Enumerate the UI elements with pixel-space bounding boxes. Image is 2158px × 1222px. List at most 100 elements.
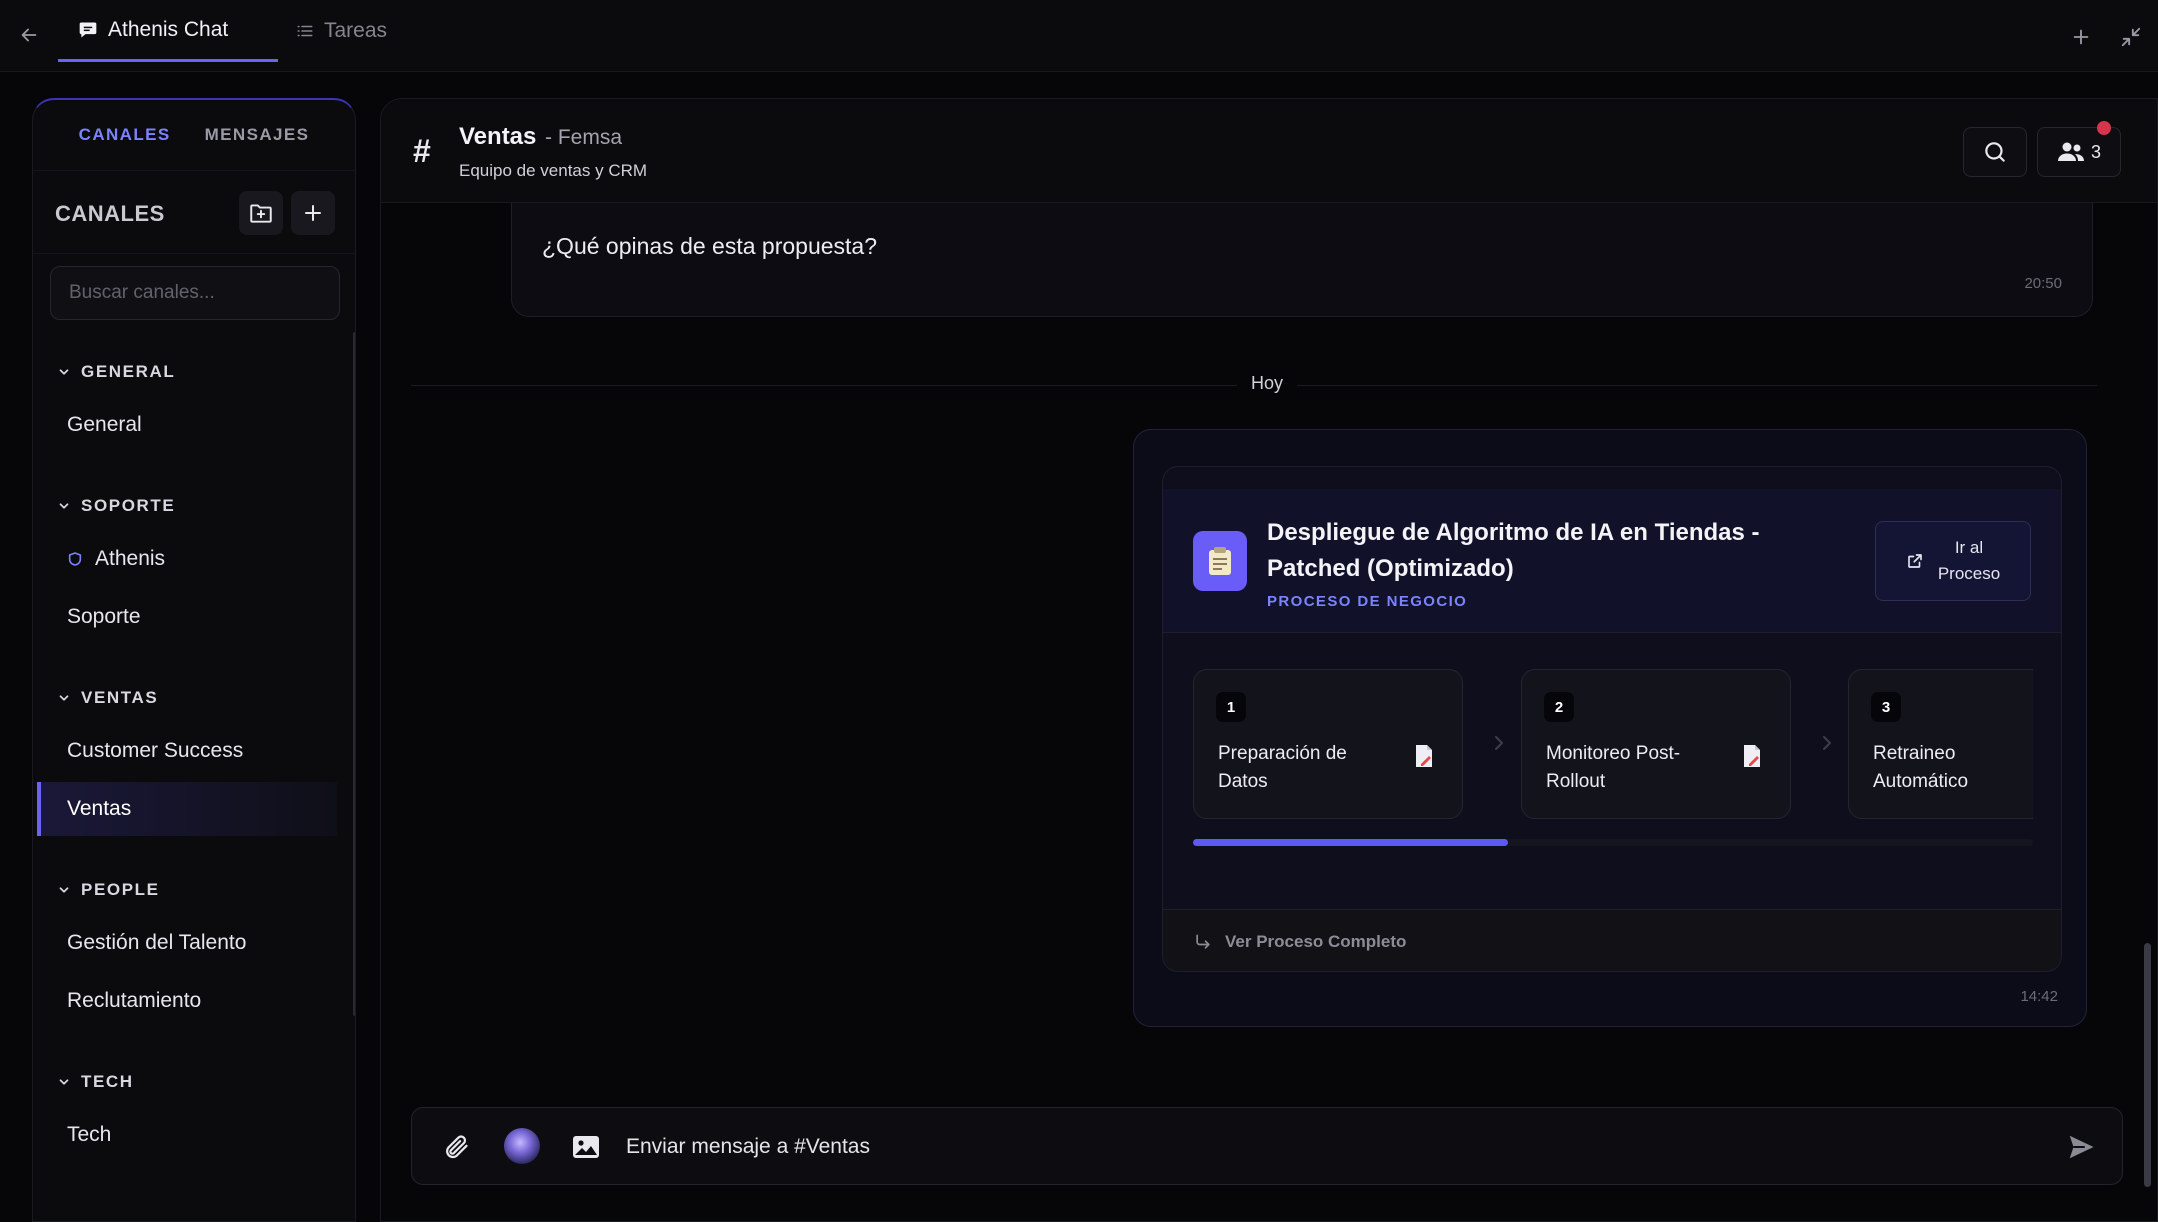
section-label: SOPORTE: [81, 496, 176, 515]
image-icon[interactable]: [572, 1134, 600, 1160]
view-full-process-label: Ver Proceso Completo: [1225, 931, 1407, 951]
sidebar-item-ventas[interactable]: Ventas: [37, 782, 337, 836]
notification-dot: [2097, 121, 2111, 135]
sidebar-tab-mensajes[interactable]: MENSAJES: [205, 125, 310, 145]
sidebar-scrollbar[interactable]: [353, 332, 355, 1016]
paperclip-icon[interactable]: [442, 1132, 470, 1162]
sidebar: CANALES MENSAJES CANALES GENERAL General…: [32, 98, 356, 1222]
process-progress-fill: [1193, 839, 1508, 846]
step-label: Monitoreo Post-Rollout: [1546, 743, 1681, 792]
folder-plus-icon: [250, 204, 272, 223]
users-icon: [2057, 142, 2084, 161]
new-tab-button[interactable]: [2066, 22, 2096, 52]
process-card-header: Despliegue de Algoritmo de IA en Tiendas…: [1163, 489, 2061, 633]
tab-label: Tareas: [324, 19, 388, 42]
shield-icon: [68, 552, 82, 566]
search-button[interactable]: [1963, 127, 2027, 177]
hash-icon: #: [413, 133, 431, 169]
go-label-line1: Ir al: [1954, 538, 1984, 557]
channel-name: Ventas: [459, 123, 537, 150]
chevron-down-icon: [59, 1079, 69, 1085]
message-text: ¿Qué opinas de esta propuesta?: [542, 233, 878, 259]
member-count: 3: [2090, 141, 2101, 162]
sidebar-item-tech[interactable]: Tech: [37, 1108, 337, 1162]
sidebar-item-athenis[interactable]: Athenis: [37, 532, 337, 586]
sidebar-item-reclutamiento[interactable]: Reclutamiento: [37, 974, 337, 1028]
section-label: PEOPLE: [81, 880, 160, 899]
chevron-right-icon: [1495, 736, 1503, 750]
chat-bubble-icon: [79, 22, 97, 37]
message-time: 14:42: [2020, 988, 2058, 1005]
plus-icon: [2073, 29, 2089, 45]
chat-scrollbar[interactable]: [2144, 943, 2151, 1187]
sidebar-item-label: Tech: [67, 1123, 112, 1146]
section-soporte[interactable]: SOPORTE: [57, 496, 175, 516]
sidebar-item-soporte[interactable]: Soporte: [37, 590, 337, 644]
channel-description: Equipo de ventas y CRM: [459, 161, 648, 180]
sidebar-item-customer-success[interactable]: Customer Success: [37, 724, 337, 778]
minimize-icon: [2121, 27, 2141, 47]
process-steps: 1 Preparación de Datos 2 Monitoreo Post-…: [1193, 669, 2033, 819]
sidebar-item-label: Ventas: [67, 797, 132, 820]
sidebar-item-label: General: [67, 413, 142, 436]
sidebar-item-label: Customer Success: [67, 739, 244, 762]
chevron-down-icon: [59, 503, 69, 509]
process-step-1[interactable]: 1 Preparación de Datos: [1193, 669, 1463, 819]
section-general[interactable]: GENERAL: [57, 362, 175, 382]
corner-down-right-icon: [1196, 934, 1210, 949]
process-progress-bar: [1193, 839, 2033, 846]
day-separator-label: Hoy: [1237, 373, 1298, 394]
sidebar-tab-canales[interactable]: CANALES: [79, 125, 171, 145]
chevron-down-icon: [59, 369, 69, 375]
sidebar-item-gestion-del-talento[interactable]: Gestión del Talento: [37, 916, 337, 970]
chevron-down-icon: [59, 887, 69, 893]
clipboard-icon: [1193, 531, 1247, 591]
sidebar-header: CANALES: [33, 170, 355, 254]
sidebar-item-label: Athenis: [95, 547, 166, 570]
view-full-process-link[interactable]: Ver Proceso Completo: [1163, 909, 2061, 971]
sidebar-item-general[interactable]: General: [37, 398, 337, 452]
message-input[interactable]: [626, 1122, 2006, 1172]
chevron-down-icon: [59, 695, 69, 701]
list-icon: [297, 25, 313, 37]
tab-athenis-chat[interactable]: Athenis Chat: [58, 0, 278, 62]
tab-tareas[interactable]: Tareas: [296, 0, 446, 62]
message-time: 20:50: [2024, 275, 2062, 292]
minimize-button[interactable]: [2116, 22, 2146, 52]
go-to-process-button[interactable]: Ir al Proceso: [1875, 521, 2031, 601]
sidebar-item-label: Soporte: [67, 605, 141, 628]
sidebar-item-label: Reclutamiento: [67, 989, 202, 1012]
step-number: 2: [1544, 692, 1574, 722]
section-people[interactable]: PEOPLE: [57, 880, 160, 900]
chat-panel: # Ventas - Femsa Equipo de ventas y CRM …: [380, 98, 2158, 1222]
step-label: Retraineo Automático: [1873, 743, 1969, 792]
process-message: Despliegue de Algoritmo de IA en Tiendas…: [1133, 429, 2087, 1027]
ai-assistant-icon[interactable]: [504, 1128, 540, 1164]
new-folder-button[interactable]: [239, 191, 283, 235]
section-tech[interactable]: TECH: [57, 1072, 134, 1092]
sidebar-title: CANALES: [55, 201, 165, 226]
arrow-left-icon: [21, 28, 37, 42]
go-to-process-label: Ir al Proceso: [1938, 535, 2000, 587]
channel-search-input[interactable]: [50, 266, 340, 320]
document-icon: [1744, 745, 1760, 767]
tab-label: Athenis Chat: [108, 17, 229, 41]
document-icon: [1416, 745, 1432, 767]
process-step-3[interactable]: 3 Retraineo Automático: [1848, 669, 2033, 819]
members-button[interactable]: 3: [2037, 127, 2121, 177]
channel-header: # Ventas - Femsa Equipo de ventas y CRM …: [381, 99, 2157, 203]
section-ventas[interactable]: VENTAS: [57, 688, 158, 708]
process-title: Despliegue de Algoritmo de IA en Tiendas…: [1267, 519, 1760, 582]
process-step-2[interactable]: 2 Monitoreo Post-Rollout: [1521, 669, 1791, 819]
chevron-right-icon: [1823, 736, 1831, 750]
section-label: VENTAS: [81, 688, 159, 707]
add-channel-button[interactable]: [291, 191, 335, 235]
step-label: Preparación de Datos: [1218, 743, 1347, 792]
send-icon[interactable]: [2066, 1132, 2096, 1162]
channel-org: - Femsa: [545, 126, 623, 149]
plus-icon: [305, 205, 321, 221]
back-button[interactable]: [14, 20, 44, 50]
go-label-line2: Proceso: [1937, 564, 2001, 583]
sidebar-item-label: Gestión del Talento: [67, 931, 247, 954]
message-bubble: ¿Qué opinas de esta propuesta? 20:50: [511, 203, 2093, 317]
